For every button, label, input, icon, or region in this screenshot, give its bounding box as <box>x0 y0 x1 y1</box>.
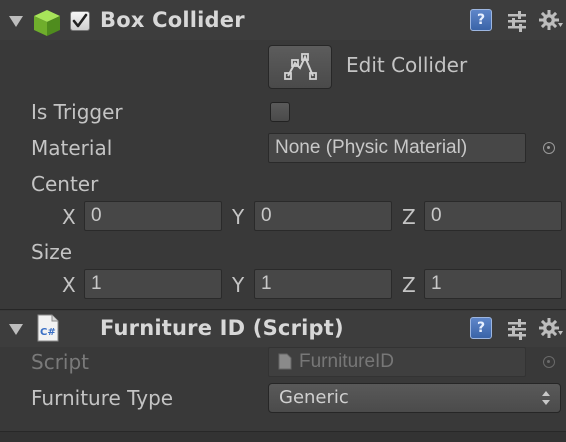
component-divider <box>0 309 566 310</box>
center-z-field[interactable]: 0 <box>424 201 562 231</box>
csharp-script-icon: C# <box>37 314 59 342</box>
center-x-field[interactable]: 0 <box>84 201 222 231</box>
size-y-field[interactable]: 1 <box>254 269 392 299</box>
csharp-script-icon-text: C# <box>40 327 56 338</box>
size-z-field[interactable]: 1 <box>424 269 562 299</box>
center-y-field[interactable]: 0 <box>254 201 392 231</box>
is-trigger-checkbox[interactable] <box>270 102 290 122</box>
furniture-id-title: Furniture ID (Script) <box>100 316 344 340</box>
help-icon[interactable]: ? <box>470 9 492 31</box>
furniture-id-foldout-arrow[interactable] <box>9 324 23 335</box>
gear-icon[interactable] <box>538 317 564 339</box>
size-x-field[interactable]: 1 <box>84 269 222 299</box>
size-z-label: Z <box>402 273 416 297</box>
script-file-icon <box>278 353 292 370</box>
script-field: FurnitureID <box>268 347 526 377</box>
material-label: Material <box>31 136 113 160</box>
script-label: Script <box>31 350 90 374</box>
script-object-picker-icon <box>543 356 555 368</box>
furniture-type-label: Furniture Type <box>31 386 174 410</box>
is-trigger-label: Is Trigger <box>31 100 123 124</box>
edit-collider-icon <box>284 53 317 80</box>
size-label: Size <box>31 240 73 264</box>
help-icon[interactable]: ? <box>470 317 492 339</box>
center-y-label: Y <box>232 205 245 229</box>
center-z-label: Z <box>402 205 416 229</box>
script-value: FurnitureID <box>299 351 395 372</box>
bottom-bar <box>0 431 566 442</box>
presets-icon[interactable] <box>506 318 528 340</box>
box-collider-cube-icon <box>34 10 60 36</box>
center-label: Center <box>31 172 99 196</box>
material-object-picker-icon[interactable] <box>543 142 555 154</box>
gear-icon[interactable] <box>538 9 564 31</box>
center-x-label: X <box>62 205 76 229</box>
edit-collider-label: Edit Collider <box>346 53 468 77</box>
size-y-label: Y <box>232 273 245 297</box>
furniture-type-dropdown[interactable]: Generic <box>268 383 561 413</box>
dropdown-arrows-icon <box>542 391 550 405</box>
material-field[interactable]: None (Physic Material) <box>268 133 526 163</box>
size-x-label: X <box>62 273 76 297</box>
box-collider-foldout-arrow[interactable] <box>9 16 23 27</box>
furniture-type-value: Generic <box>279 387 349 408</box>
checkmark-icon <box>72 13 88 28</box>
presets-icon[interactable] <box>506 10 528 32</box>
edit-collider-button[interactable] <box>268 45 332 89</box>
box-collider-enabled-checkbox[interactable] <box>70 11 90 31</box>
box-collider-title: Box Collider <box>100 8 245 32</box>
